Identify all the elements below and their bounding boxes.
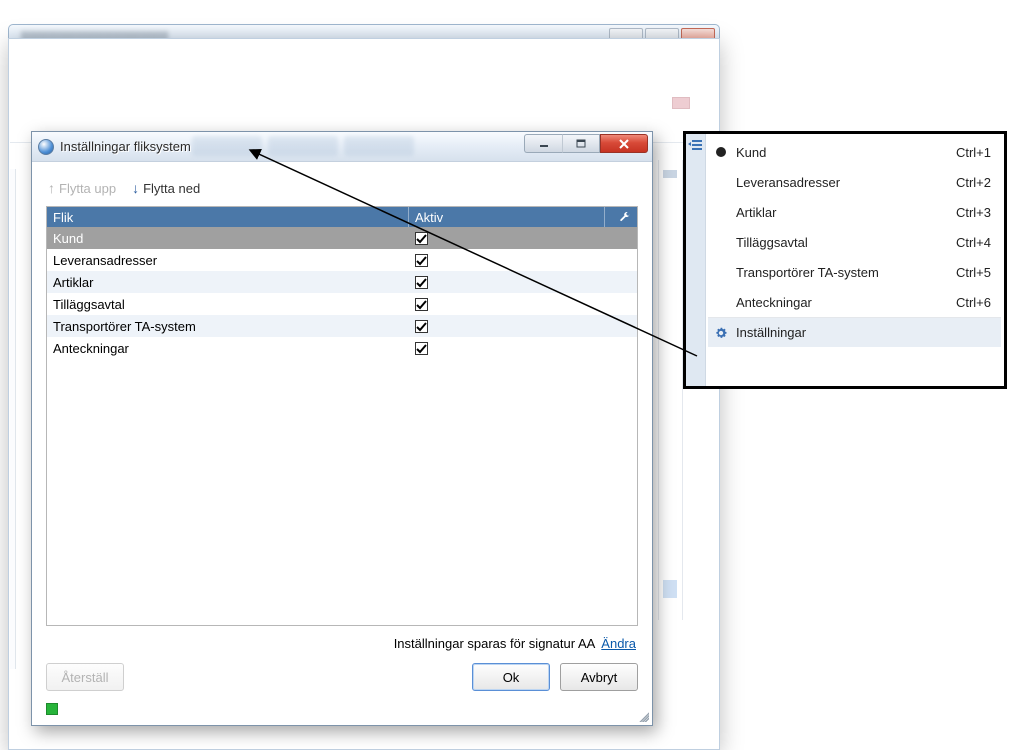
menu-item-shortcut: Ctrl+1 [956, 145, 991, 160]
menu-item[interactable]: Anteckningar Ctrl+6 [708, 287, 1001, 317]
tab-settings-dialog: Inställningar fliksystem ↑ Flytta upp ↓ … [31, 131, 653, 726]
cell-tab-name: Anteckningar [47, 341, 409, 356]
context-menu-annotation: Kund Ctrl+1 Leveransadresser Ctrl+2 Artiklar… [683, 131, 1007, 389]
dialog-title: Inställningar fliksystem [60, 139, 191, 154]
menu-item-shortcut: Ctrl+3 [956, 205, 991, 220]
background-gutter [658, 160, 683, 620]
menu-item-label: Artiklar [736, 205, 948, 220]
move-up-label: Flytta upp [59, 181, 116, 196]
cell-tab-name: Transportörer TA-system [47, 319, 409, 334]
app-icon [38, 139, 54, 155]
reorder-toolbar: ↑ Flytta upp ↓ Flytta ned [46, 176, 638, 206]
save-info-text: Inställningar sparas för signatur AA [394, 636, 596, 651]
status-indicator-icon [46, 703, 58, 715]
wrench-icon [619, 211, 631, 223]
table-row[interactable]: Artiklar [47, 271, 637, 293]
table-row[interactable]: Leveransadresser [47, 249, 637, 271]
change-signature-link[interactable]: Ändra [601, 636, 636, 651]
menu-item-shortcut: Ctrl+2 [956, 175, 991, 190]
cancel-button-label: Avbryt [581, 670, 618, 685]
menu-item-label: Leveransadresser [736, 175, 948, 190]
table-header: Flik Aktiv [47, 207, 637, 227]
menu-item[interactable]: Transportörer TA-system Ctrl+5 [708, 257, 1001, 287]
active-checkbox[interactable] [415, 298, 428, 311]
tabs-table[interactable]: Flik Aktiv Kund Leveransadresser Artiklar T… [46, 206, 638, 626]
dialog-titlebar[interactable]: Inställningar fliksystem [32, 132, 652, 162]
col-header-flik[interactable]: Flik [47, 207, 409, 227]
reset-button-label: Återställ [62, 670, 109, 685]
tab-dropdown-icon[interactable] [688, 138, 704, 152]
close-button[interactable] [600, 134, 648, 153]
menu-item[interactable]: Leveransadresser Ctrl+2 [708, 167, 1001, 197]
move-up-button[interactable]: ↑ Flytta upp [48, 180, 116, 196]
reset-button[interactable]: Återställ [46, 663, 124, 691]
cancel-button[interactable]: Avbryt [560, 663, 638, 691]
resize-grip[interactable] [637, 710, 649, 722]
menu-item-label: Anteckningar [736, 295, 948, 310]
menu-icon-gutter [686, 134, 706, 386]
table-row[interactable]: Anteckningar [47, 337, 637, 359]
menu-item[interactable]: Artiklar Ctrl+3 [708, 197, 1001, 227]
empty-icon [714, 205, 728, 219]
menu-item[interactable]: Tilläggsavtal Ctrl+4 [708, 227, 1001, 257]
move-down-button[interactable]: ↓ Flytta ned [132, 180, 200, 196]
cell-tab-name: Artiklar [47, 275, 409, 290]
menu-item-shortcut: Ctrl+4 [956, 235, 991, 250]
arrow-up-icon: ↑ [48, 180, 55, 196]
table-row[interactable]: Tilläggsavtal [47, 293, 637, 315]
bullet-icon [714, 145, 728, 159]
active-checkbox[interactable] [415, 254, 428, 267]
col-header-config[interactable] [605, 207, 637, 227]
table-row[interactable]: Transportörer TA-system [47, 315, 637, 337]
ok-button[interactable]: Ok [472, 663, 550, 691]
active-checkbox[interactable] [415, 232, 428, 245]
cell-active [409, 232, 605, 245]
ribbon-ghost-icon [672, 97, 690, 109]
col-header-aktiv[interactable]: Aktiv [409, 207, 605, 227]
menu-item-shortcut: Ctrl+5 [956, 265, 991, 280]
cell-active [409, 320, 605, 333]
cell-active [409, 276, 605, 289]
menu-item-settings[interactable]: Inställningar [708, 317, 1001, 347]
minimize-button[interactable] [524, 134, 562, 153]
cell-active [409, 298, 605, 311]
cell-tab-name: Kund [47, 231, 409, 246]
cell-active [409, 342, 605, 355]
empty-icon [714, 265, 728, 279]
maximize-button[interactable] [562, 134, 600, 153]
menu-item-label: Kund [736, 145, 948, 160]
table-row[interactable]: Kund [47, 227, 637, 249]
move-down-label: Flytta ned [143, 181, 200, 196]
cell-active [409, 254, 605, 267]
cell-tab-name: Leveransadresser [47, 253, 409, 268]
empty-icon [714, 175, 728, 189]
tabs-context-menu: Kund Ctrl+1 Leveransadresser Ctrl+2 Artiklar… [708, 137, 1001, 383]
menu-item[interactable]: Kund Ctrl+1 [708, 137, 1001, 167]
active-checkbox[interactable] [415, 276, 428, 289]
ok-button-label: Ok [503, 670, 520, 685]
arrow-down-icon: ↓ [132, 180, 139, 196]
menu-item-label: Transportörer TA-system [736, 265, 948, 280]
menu-item-shortcut: Ctrl+6 [956, 295, 991, 310]
empty-icon [714, 295, 728, 309]
menu-item-label: Tilläggsavtal [736, 235, 948, 250]
gear-icon [714, 326, 728, 340]
menu-item-label: Inställningar [736, 325, 991, 340]
cell-tab-name: Tilläggsavtal [47, 297, 409, 312]
active-checkbox[interactable] [415, 320, 428, 333]
empty-icon [714, 235, 728, 249]
active-checkbox[interactable] [415, 342, 428, 355]
